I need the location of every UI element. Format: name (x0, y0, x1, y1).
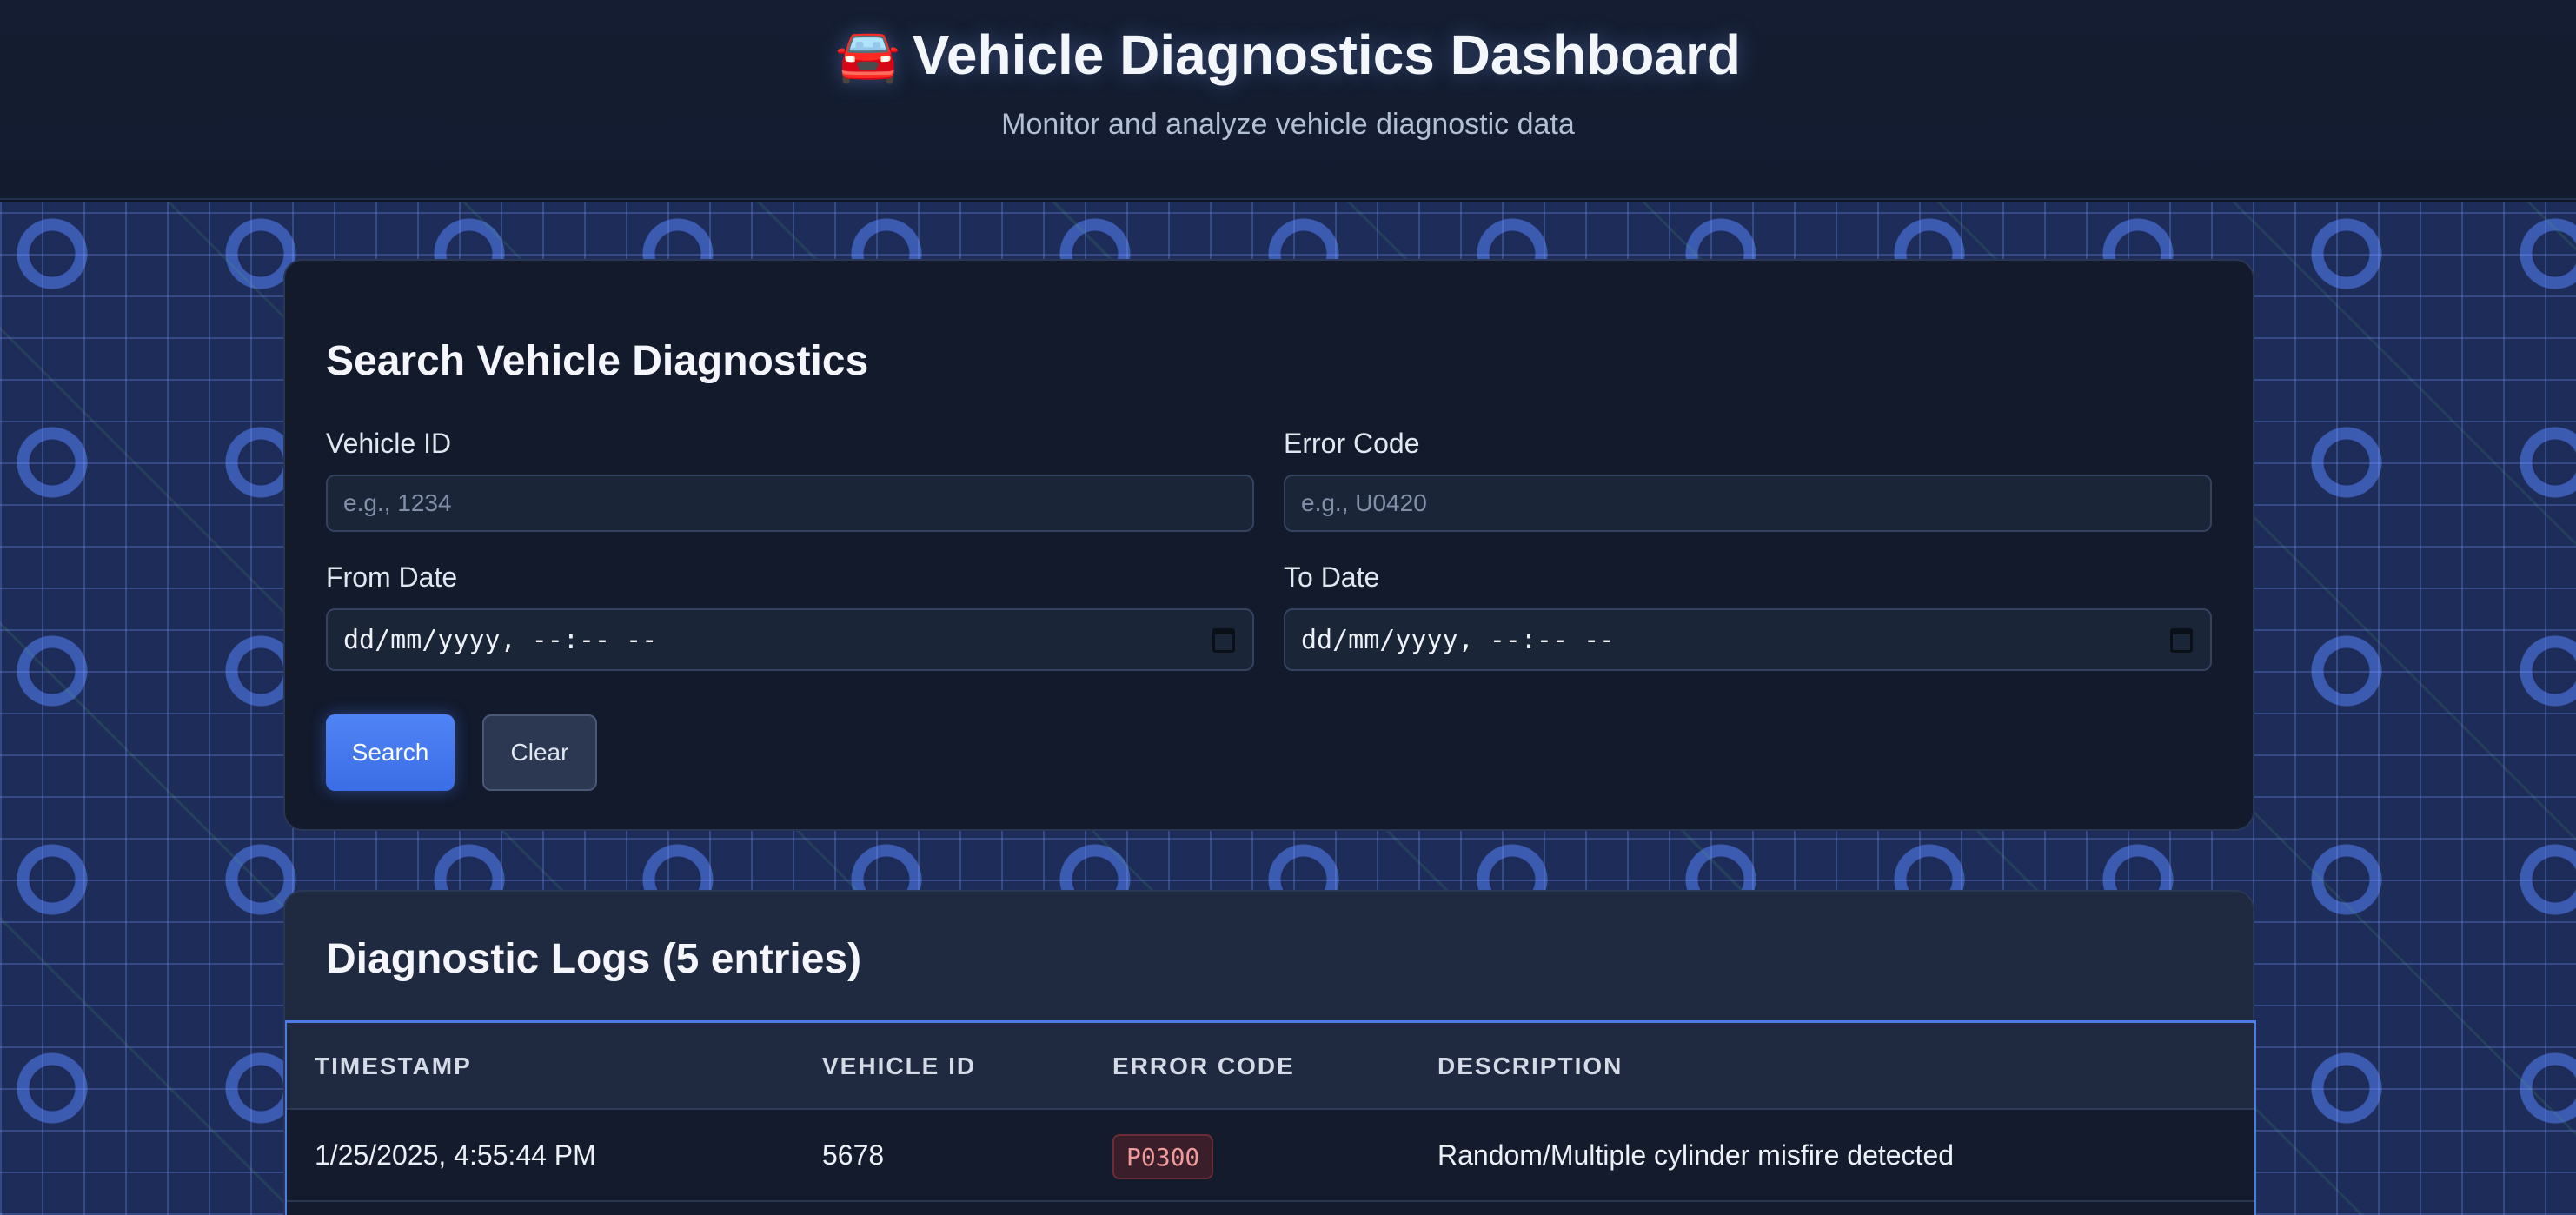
error-code-label: Error Code (1284, 428, 1420, 459)
calendar-icon[interactable] (1212, 628, 1235, 653)
table-header: TIMESTAMP VEHICLE ID ERROR CODE DESCRIPT… (287, 1023, 2254, 1110)
column-header-error-code[interactable]: ERROR CODE (1112, 1052, 1295, 1080)
calendar-icon[interactable] (2170, 628, 2193, 653)
page-header: 🚘 Vehicle Diagnostics Dashboard Monitor … (0, 0, 2576, 200)
clear-button[interactable]: Clear (482, 714, 597, 791)
column-header-timestamp[interactable]: TIMESTAMP (315, 1052, 472, 1080)
search-panel: Search Vehicle Diagnostics Vehicle ID e.… (283, 259, 2254, 831)
to-date-value: dd/mm/yyyy, --:-- -- (1301, 624, 1616, 655)
vehicle-id-label: Vehicle ID (326, 428, 452, 459)
page-subtitle: Monitor and analyze vehicle diagnostic d… (1001, 108, 1575, 141)
to-date-input[interactable]: dd/mm/yyyy, --:-- -- (1284, 608, 2212, 671)
vehicle-id-input[interactable]: e.g., 1234 (326, 475, 1254, 532)
error-code-input[interactable]: e.g., U0420 (1284, 475, 2212, 532)
from-date-value: dd/mm/yyyy, --:-- -- (343, 624, 658, 655)
error-code-badge: P0300 (1112, 1134, 1214, 1179)
page-title: 🚘 Vehicle Diagnostics Dashboard (0, 23, 2576, 87)
car-icon: 🚘 (835, 25, 900, 84)
logs-panel: Diagnostic Logs (5 entries) TIMESTAMP VE… (283, 890, 2256, 1215)
column-header-description[interactable]: DESCRIPTION (1437, 1052, 1623, 1080)
cell-timestamp: 1/25/2025, 4:55:44 PM (315, 1139, 596, 1171)
table-row[interactable]: 1/25/2025, 4:55:44 PM 5678 P0300 Random/… (287, 1112, 2254, 1202)
cell-vehicle-id: 5678 (822, 1139, 885, 1171)
column-header-vehicle-id[interactable]: VEHICLE ID (822, 1052, 976, 1080)
from-date-label: From Date (326, 561, 458, 593)
logs-table: TIMESTAMP VEHICLE ID ERROR CODE DESCRIPT… (285, 1020, 2256, 1215)
logs-title: Diagnostic Logs (5 entries) (326, 936, 862, 982)
cell-description: Random/Multiple cylinder misfire detecte… (1437, 1139, 1955, 1171)
to-date-label: To Date (1284, 561, 1380, 593)
search-button[interactable]: Search (326, 714, 455, 791)
from-date-input[interactable]: dd/mm/yyyy, --:-- -- (326, 608, 1254, 671)
search-title: Search Vehicle Diagnostics (326, 338, 869, 384)
page-title-text: Vehicle Diagnostics Dashboard (912, 23, 1741, 86)
